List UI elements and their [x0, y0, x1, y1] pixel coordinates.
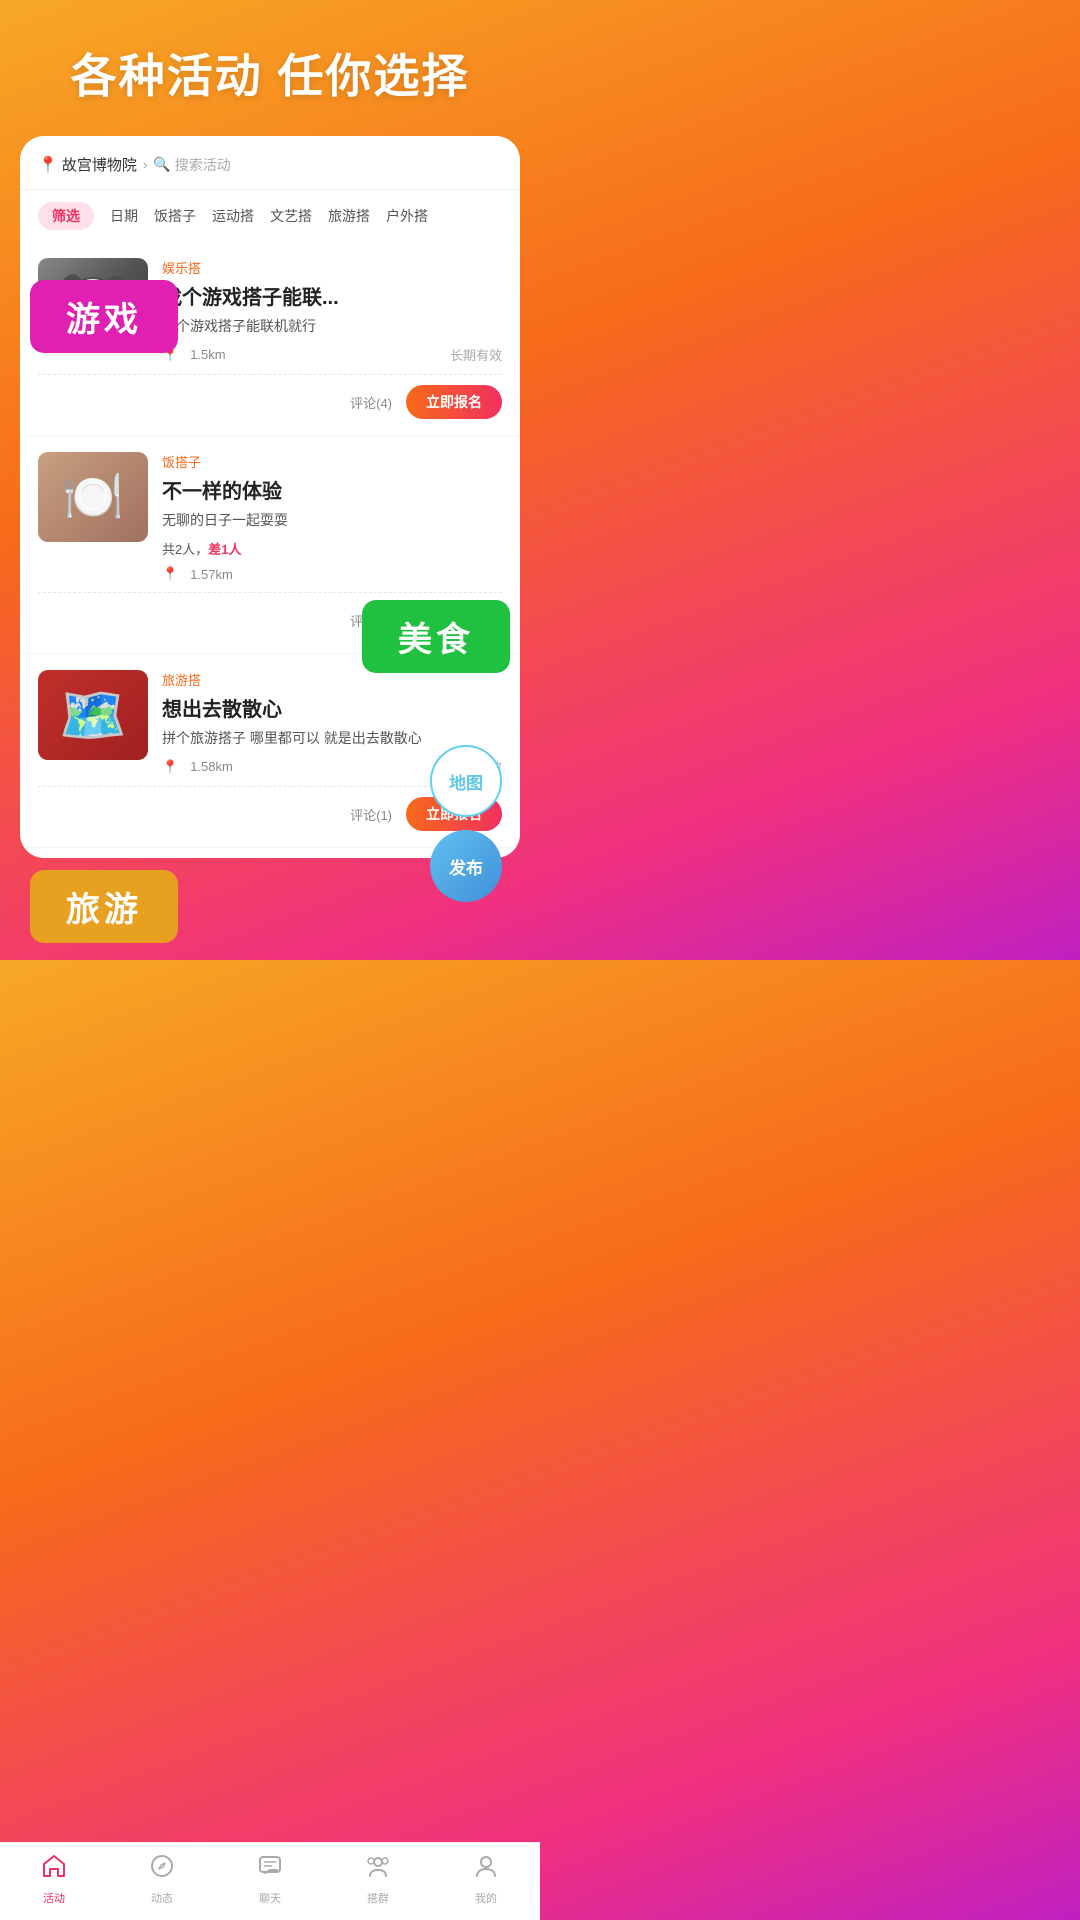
filter-tag-art[interactable]: 文艺搭 [270, 206, 312, 226]
signup-button-1[interactable]: 立即报名 [406, 385, 502, 419]
activity-image-2 [38, 452, 148, 542]
activity-top-2: 饭搭子 不一样的体验 无聊的日子一起耍耍 共2人，差1人 📍 1.57km [38, 452, 502, 582]
nav-label-dynamic: 动态 [151, 1890, 173, 1906]
nav-item-chat[interactable]: 聊天 [257, 1853, 283, 1906]
activity-desc-2: 无聊的日子一起耍耍 [162, 510, 502, 531]
nav-label-mine: 我的 [475, 1890, 497, 1906]
activity-image-3 [38, 670, 148, 760]
filter-tag-date[interactable]: 日期 [110, 206, 138, 226]
activity-footer-1: 评论(4) 立即报名 [38, 374, 502, 419]
activity-title-3: 想出去散散心 [162, 693, 502, 722]
activity-top-3: 旅游搭 想出去散散心 拼个旅游搭子 哪里都可以 就是出去散散心 📍 1.58km… [38, 670, 502, 776]
nav-item-activities[interactable]: 活动 [41, 1853, 67, 1906]
nav-label-chat: 聊天 [259, 1890, 281, 1906]
float-label-food: 美食 [362, 600, 510, 673]
filter-row[interactable]: 筛选 日期 饭搭子 运动搭 文艺搭 旅游搭 户外搭 [20, 190, 520, 242]
search-placeholder: 搜索活动 [175, 155, 231, 175]
float-publish-button[interactable]: 发布 [430, 830, 502, 902]
chat-icon [257, 1853, 283, 1886]
filter-tag-outdoor[interactable]: 户外搭 [386, 206, 428, 226]
comment-count-3: 评论(1) [350, 805, 392, 824]
valid-text-1: 长期有效 [450, 345, 502, 364]
filter-active-tag[interactable]: 筛选 [38, 202, 94, 230]
activity-title-2: 不一样的体验 [162, 475, 502, 504]
distance-text-3: 1.58km [190, 759, 233, 774]
search-icon: 🔍 [153, 156, 170, 173]
activity-meta-2: 📍 1.57km [162, 566, 502, 582]
filter-tag-food[interactable]: 饭搭子 [154, 206, 196, 226]
search-hint[interactable]: 🔍 搜索活动 [153, 155, 230, 175]
float-label-game: 游戏 [30, 280, 178, 353]
nav-label-activities: 活动 [43, 1890, 65, 1906]
person-icon [473, 1853, 499, 1886]
arrow-right-icon: › [143, 157, 147, 172]
activity-content-1: 娱乐搭 找个游戏搭子能联... 找个游戏搭子能联机就行 📍 1.5km 长期有效 [162, 258, 502, 364]
activity-meta-1: 📍 1.5km 长期有效 [162, 345, 502, 364]
distance-text-1: 1.5km [190, 347, 225, 362]
nav-label-group: 搭群 [367, 1890, 389, 1906]
float-map-button[interactable]: 地图 [430, 745, 502, 817]
nav-item-group[interactable]: 搭群 [365, 1853, 391, 1906]
hero-title: 各种活动 任你选择 [0, 0, 540, 136]
main-card: 📍 故宫博物院 › 🔍 搜索活动 筛选 日期 饭搭子 运动搭 文艺搭 旅游搭 户… [20, 136, 520, 858]
filter-tag-travel[interactable]: 旅游搭 [328, 206, 370, 226]
activity-desc-1: 找个游戏搭子能联机就行 [162, 316, 502, 337]
float-label-travel: 旅游 [30, 870, 178, 943]
distance-text-2: 1.57km [190, 567, 233, 582]
compass-icon [149, 1853, 175, 1886]
participants-2: 共2人，差1人 [162, 539, 502, 558]
comment-count-1: 评论(4) [350, 393, 392, 412]
activity-category-2: 饭搭子 [162, 452, 502, 471]
filter-tag-sport[interactable]: 运动搭 [212, 206, 254, 226]
distance-icon-2: 📍 [162, 566, 178, 582]
page-wrapper: 各种活动 任你选择 📍 故宫博物院 › 🔍 搜索活动 筛选 日期 饭搭子 运动搭… [0, 0, 540, 958]
group-icon [365, 1853, 391, 1886]
activity-desc-3: 拼个旅游搭子 哪里都可以 就是出去散散心 [162, 728, 502, 749]
location-badge[interactable]: 📍 故宫博物院 [38, 154, 137, 175]
search-bar[interactable]: 📍 故宫博物院 › 🔍 搜索活动 [20, 154, 520, 190]
activity-category-1: 娱乐搭 [162, 258, 502, 277]
distance-icon-3: 📍 [162, 759, 178, 775]
bottom-nav: 活动 动态 聊天 [0, 1842, 540, 1920]
nav-item-mine[interactable]: 我的 [473, 1853, 499, 1906]
location-icon: 📍 [38, 155, 58, 175]
home-icon [41, 1853, 67, 1886]
diff-text-2: 差1人 [208, 542, 241, 557]
activity-content-2: 饭搭子 不一样的体验 无聊的日子一起耍耍 共2人，差1人 📍 1.57km [162, 452, 502, 582]
location-text: 故宫博物院 [62, 154, 137, 175]
activity-title-1: 找个游戏搭子能联... [162, 281, 502, 310]
nav-item-dynamic[interactable]: 动态 [149, 1853, 175, 1906]
